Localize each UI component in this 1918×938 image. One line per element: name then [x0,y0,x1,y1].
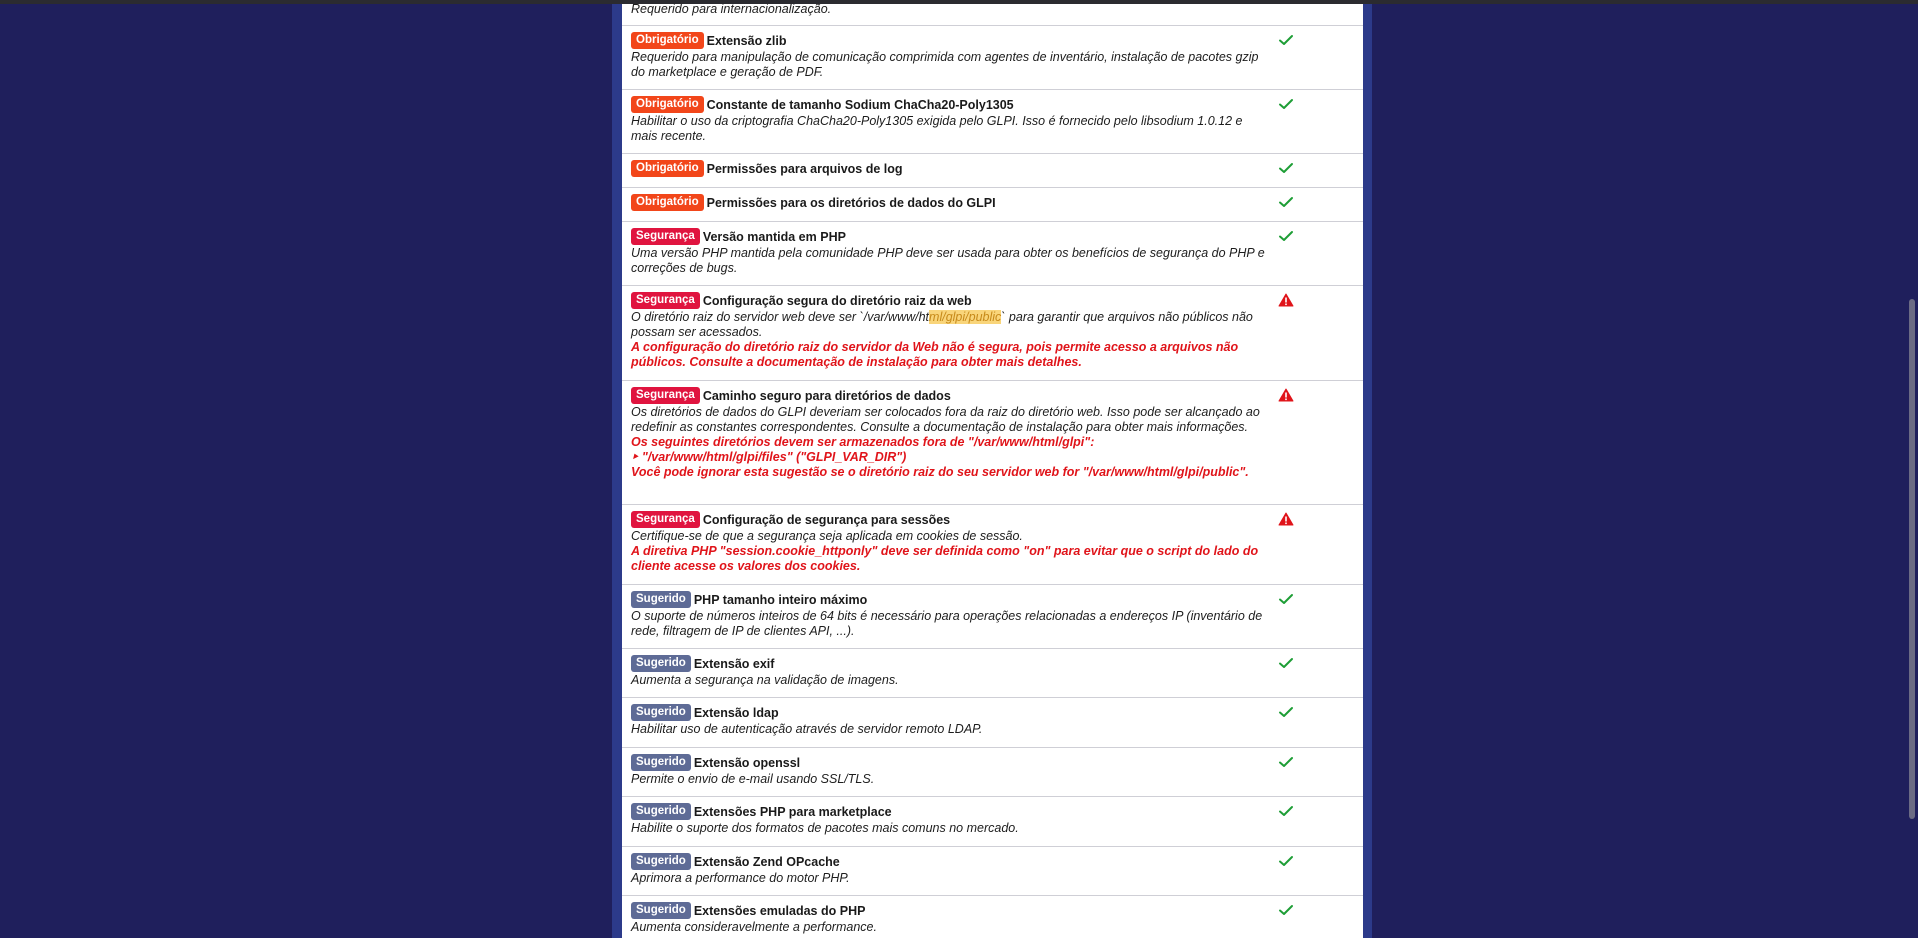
suggested-badge: Sugerido [631,853,691,870]
requirement-title: Caminho seguro para diretórios de dados [702,389,951,403]
requirement-row-intl: Requerido para internacionalização. [622,4,1363,26]
requirement-title: Extensão ldap [693,706,779,720]
requirement-row-sessions: Segurança Configuração de segurança para … [622,505,1363,585]
requirement-row-int-size: Sugerido PHP tamanho inteiro máximo O sup… [622,585,1363,649]
requirement-row-zlib: Obrigatório Extensão zlib Requerido para … [622,26,1363,90]
check-icon [1278,195,1294,209]
requirement-row-web-root: Segurança Configuração segura do diretóri… [622,286,1363,381]
check-icon [1278,656,1294,670]
requirement-description: Habilitar uso de autenticação através de… [631,722,983,736]
suggested-badge: Sugerido [631,803,691,820]
requirement-description: O diretório raiz do servidor web deve se… [631,310,1253,339]
requirement-title: Configuração segura do diretório raiz da… [702,294,972,308]
warning-triangle-icon [1278,293,1294,307]
requirement-description: O suporte de números inteiros de 64 bits… [631,609,1263,638]
check-icon [1278,161,1294,175]
requirements-table: Requerido para internacionalização. Obri… [622,4,1363,938]
requirement-row-sodium: Obrigatório Constante de tamanho Sodium C… [622,90,1363,154]
scrollbar-thumb[interactable] [1909,299,1915,819]
requirement-title: Permissões para arquivos de log [706,162,903,176]
warning-triangle-icon [1278,512,1294,526]
requirement-description: Uma versão PHP mantida pela comunidade P… [631,246,1265,275]
requirement-title: Extensão Zend OPcache [693,855,840,869]
suggested-badge: Sugerido [631,754,691,771]
security-badge: Segurança [631,292,700,309]
requirement-row-openssl: Sugerido Extensão openssl Permite o envio… [622,748,1363,797]
requirement-row-marketplace: Sugerido Extensões PHP para marketplace H… [622,797,1363,847]
check-icon [1278,903,1294,917]
requirement-row-emulated: Sugerido Extensões emuladas do PHP Aument… [622,896,1363,938]
check-icon [1278,229,1294,243]
requirement-description: Requerido para internacionalização. [631,4,832,16]
check-icon [1278,33,1294,47]
required-badge: Obrigatório [631,32,704,49]
check-icon [1278,854,1294,868]
check-icon [1278,592,1294,606]
requirement-description: Permite o envio de e-mail usando SSL/TLS… [631,772,875,786]
requirement-description: Aumenta consideravelmente a performance. [631,920,877,934]
requirement-row-data-path: Segurança Caminho seguro para diretórios … [622,381,1363,505]
requirement-error: A diretiva PHP "session.cookie_httponly"… [631,544,1259,573]
check-icon [1278,97,1294,111]
security-badge: Segurança [631,387,700,404]
required-badge: Obrigatório [631,160,704,177]
security-badge: Segurança [631,228,700,245]
highlighted-path: ml/glpi/public [929,310,1002,324]
suggested-badge: Sugerido [631,655,691,672]
requirement-title: Extensão zlib [706,34,787,48]
requirement-description: Habilite o suporte dos formatos de pacot… [631,821,1019,835]
requirement-row-exif: Sugerido Extensão exif Aumenta a seguranç… [622,649,1363,698]
requirement-description: Certifique-se de que a segurança seja ap… [631,529,1023,543]
requirement-row-data-permissions: Obrigatório Permissões para os diretórios… [622,188,1363,222]
requirement-row-log-permissions: Obrigatório Permissões para arquivos de l… [622,154,1363,188]
check-icon [1278,804,1294,818]
requirement-title: Constante de tamanho Sodium ChaCha20-Pol… [706,98,1014,112]
check-icon [1278,705,1294,719]
requirement-title: Configuração de segurança para sessões [702,513,951,527]
requirement-row-php-version: Segurança Versão mantida em PHP Uma versã… [622,222,1363,286]
requirement-error: ‣ "/var/www/html/glpi/files" ("GLPI_VAR_… [631,450,907,464]
requirement-error: Você pode ignorar esta sugestão se o dir… [631,465,1249,479]
requirement-error: A configuração do diretório raiz do serv… [631,340,1239,369]
requirement-title: Extensões emuladas do PHP [693,904,866,918]
requirement-row-opcache: Sugerido Extensão Zend OPcache Aprimora a… [622,847,1363,896]
requirement-description: Os diretórios de dados do GLPI deveriam … [631,405,1260,434]
requirement-title: Versão mantida em PHP [702,230,846,244]
suggested-badge: Sugerido [631,591,691,608]
suggested-badge: Sugerido [631,902,691,919]
required-badge: Obrigatório [631,96,704,113]
requirement-description: Requerido para manipulação de comunicaçã… [631,50,1259,79]
requirement-title: Extensões PHP para marketplace [693,805,892,819]
check-icon [1278,755,1294,769]
requirement-title: Extensão exif [693,657,775,671]
security-badge: Segurança [631,511,700,528]
warning-triangle-icon [1278,388,1294,402]
requirement-description: Habilitar o uso da criptografia ChaCha20… [631,114,1243,143]
requirement-title: Permissões para os diretórios de dados d… [706,196,996,210]
requirement-title: Extensão openssl [693,756,801,770]
requirement-row-ldap: Sugerido Extensão ldap Habilitar uso de a… [622,698,1363,748]
requirement-error: Os seguintes diretórios devem ser armaze… [631,435,1095,449]
required-badge: Obrigatório [631,194,704,211]
suggested-badge: Sugerido [631,704,691,721]
requirement-description: Aprimora a performance do motor PHP. [631,871,850,885]
requirement-title: PHP tamanho inteiro máximo [693,593,868,607]
requirement-description: Aumenta a segurança na validação de imag… [631,673,899,687]
